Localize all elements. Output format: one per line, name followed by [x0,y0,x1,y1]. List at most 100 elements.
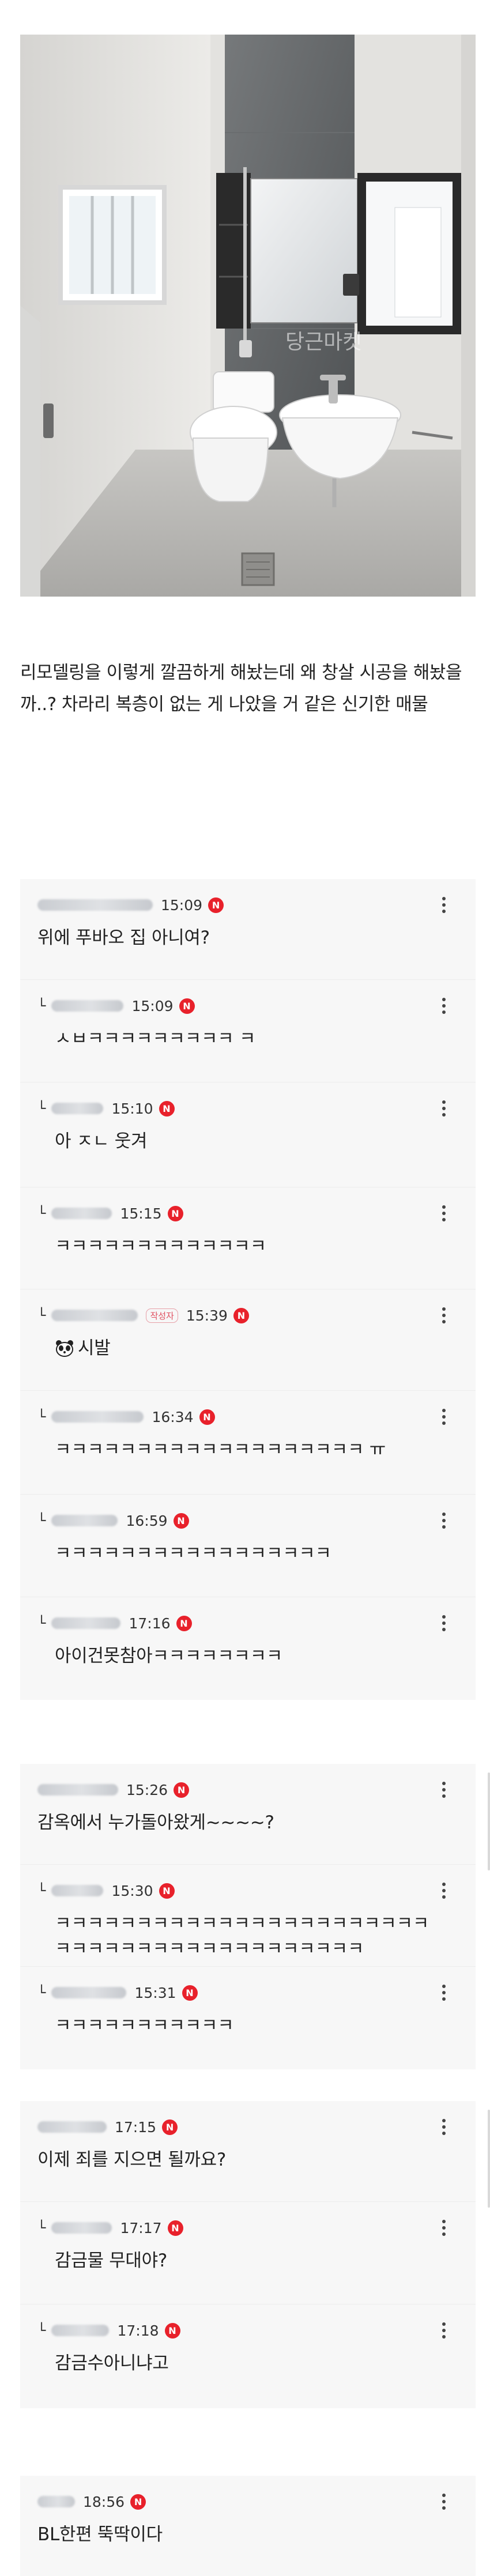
blurred-nickname[interactable] [37,899,153,911]
comment-time: 15:09 [131,997,174,1014]
comment-time: 15:09 [161,896,203,914]
comment-text: ㅋㅋㅋㅋㅋㅋㅋㅋㅋㅋㅋㅋㅋㅋㅋㅋㅋㅋㅋㅋㅋㅋㅋㅋㅋㅋㅋㅋㅋㅋㅋㅋㅋㅋㅋㅋㅋㅋㅋㅋ… [55,1913,429,1959]
reply-arrow-icon: └ [37,1100,46,1117]
blurred-nickname[interactable] [51,1515,118,1526]
blurred-nickname[interactable] [51,1987,127,1998]
blurred-nickname[interactable] [37,2121,107,2133]
comment-header: └ 16:34 N [37,1407,215,1427]
reply-comment: └ 15:15 N ㅋㅋㅋㅋㅋㅋㅋㅋㅋㅋㅋㅋㅋ [20,1187,476,1289]
new-badge-icon: N [164,2322,180,2339]
more-options-icon[interactable] [435,2115,453,2139]
new-badge-icon: N [179,998,195,1014]
new-badge-icon: N [199,1409,215,1425]
reply-comment: └ 15:10 N 아 ㅈㄴ 웃겨 [20,1083,476,1187]
comment-time: 15:31 [134,1984,176,2001]
comment-time: 15:10 [111,1100,153,1117]
more-options-icon[interactable] [435,1405,453,1428]
comment-thread: 15:09 N 위에 푸바오 집 아니여? └ 15:09 N ㅅㅂㅋㅋㅋㅋㅋㅋㅋㅋㅋ ㅋ └… [20,879,476,1700]
comment-header: 18:56 N [37,2492,146,2511]
panda-emoji-icon [56,1340,73,1357]
blurred-nickname[interactable] [51,1000,124,1012]
more-options-icon[interactable] [435,893,453,917]
more-options-icon[interactable] [435,1097,453,1120]
more-options-icon[interactable] [435,2490,453,2513]
more-options-icon[interactable] [435,1778,453,1801]
reply-comment: └ 작성자 15:39 N 시발 [20,1289,476,1391]
comment-time: 17:18 [117,2322,159,2339]
blurred-nickname[interactable] [51,2325,110,2336]
comment-header: └ 15:15 N [37,1204,183,1223]
comment-thread: 15:26 N 감옥에서 누가돌아왔게~~~~? └ 15:30 N ㅋㅋㅋㅋㅋㅋㅋㅋㅋㅋㅋ… [20,1764,476,2069]
more-options-icon[interactable] [435,1509,453,1532]
comment-text: 아이건못참아ㅋㅋㅋㅋㅋㅋㅋㅋ [55,1646,283,1666]
new-badge-icon: N [130,2494,146,2510]
reply-arrow-icon: └ [37,998,46,1014]
blurred-nickname[interactable] [51,1208,112,1219]
new-badge-icon: N [182,1985,198,2001]
comment: 15:26 N 감옥에서 누가돌아왔게~~~~? [20,1764,476,1865]
new-badge-icon: N [159,1100,175,1117]
comment-time: 17:16 [129,1615,171,1632]
blurred-nickname[interactable] [51,1885,104,1896]
comment-text: ㅋㅋㅋㅋㅋㅋㅋㅋㅋㅋㅋ [55,2015,234,2036]
reply-comment: └ 16:34 N ㅋㅋㅋㅋㅋㅋㅋㅋㅋㅋㅋㅋㅋㅋㅋㅋㅋㅋㅋ ㅠ [20,1391,476,1495]
comment-header: 15:09 N [37,895,224,915]
blurred-nickname[interactable] [51,1617,121,1629]
more-options-icon[interactable] [435,1304,453,1327]
comment-text: 감옥에서 누가돌아왔게~~~~? [37,1812,274,1833]
comment-header: 15:26 N [37,1780,190,1800]
reply-arrow-icon: └ [37,2220,46,2236]
comment-text: 아 ㅈㄴ 웃겨 [55,1131,148,1152]
more-options-icon[interactable] [435,1202,453,1225]
more-options-icon[interactable] [435,1981,453,2004]
blurred-nickname[interactable] [51,1103,104,1114]
comment-time: 17:17 [120,2219,162,2236]
more-options-icon[interactable] [435,2216,453,2239]
comment-header: 17:15 N [37,2117,178,2137]
comment-text: 이제 죄를 지으면 될까요? [37,2149,227,2170]
comment-header: └ 15:30 N [37,1881,175,1900]
new-badge-icon: N [162,2119,178,2135]
comment-text: ㅋㅋㅋㅋㅋㅋㅋㅋㅋㅋㅋㅋㅋ [55,1236,266,1257]
reply-comment: └ 17:16 N 아이건못참아ㅋㅋㅋㅋㅋㅋㅋㅋ [20,1597,476,1700]
blurred-nickname[interactable] [51,1411,144,1423]
more-options-icon[interactable] [435,1879,453,1902]
reply-comment: └ 16:59 N ㅋㅋㅋㅋㅋㅋㅋㅋㅋㅋㅋㅋㅋㅋㅋㅋㅋ [20,1495,476,1597]
comment-header: └ 15:31 N [37,1983,198,2002]
blurred-nickname[interactable] [51,2222,112,2234]
comment-thread: 17:15 N 이제 죄를 지으면 될까요? └ 17:17 N 감금물 무대야? └ 17:1… [20,2101,476,2408]
blurred-nickname[interactable] [51,1310,138,1321]
more-options-icon[interactable] [435,994,453,1017]
comment-header: └ 16:59 N [37,1511,189,1530]
blurred-nickname[interactable] [37,2496,75,2507]
comment-time: 15:26 [126,1781,168,1798]
comment: 15:09 N 위에 푸바오 집 아니여? [20,879,476,980]
new-badge-icon: N [167,1205,183,1221]
new-badge-icon: N [233,1307,249,1323]
reply-arrow-icon: └ [37,1615,46,1631]
comment-header: └ 15:09 N [37,996,195,1016]
comment-header: └ 17:18 N [37,2321,180,2340]
comment: 18:56 N BL한편 뚝딱이다 [20,2476,476,2576]
reply-comment: └ 15:30 N ㅋㅋㅋㅋㅋㅋㅋㅋㅋㅋㅋㅋㅋㅋㅋㅋㅋㅋㅋㅋㅋㅋㅋㅋㅋㅋㅋㅋㅋㅋㅋㅋㅋ… [20,1865,476,1967]
comment-time: 15:30 [111,1882,153,1899]
post-photo: 당근마켓 [20,35,476,597]
more-options-icon[interactable] [435,1612,453,1635]
comment-header: └ 17:17 N [37,2218,183,2238]
watermark-text: 당근마켓 [285,330,361,354]
scroll-indicator [488,1772,490,1870]
comment-header: └ 17:16 N [37,1613,192,1633]
reply-arrow-icon: └ [37,1985,46,2001]
reply-arrow-icon: └ [37,1883,46,1899]
reply-arrow-icon: └ [37,1205,46,1221]
comment-time: 16:34 [152,1408,194,1425]
comment-time: 18:56 [83,2493,125,2510]
comment-text: 감금수아니냐고 [55,2353,169,2374]
comment-text: 시발 [55,1336,429,1361]
new-badge-icon: N [176,1615,192,1631]
comment-text: 위에 푸바오 집 아니여? [37,927,210,948]
more-options-icon[interactable] [435,2319,453,2342]
reply-arrow-icon: └ [37,2322,46,2339]
comment-time: 16:59 [126,1512,168,1529]
blurred-nickname[interactable] [37,1784,118,1796]
